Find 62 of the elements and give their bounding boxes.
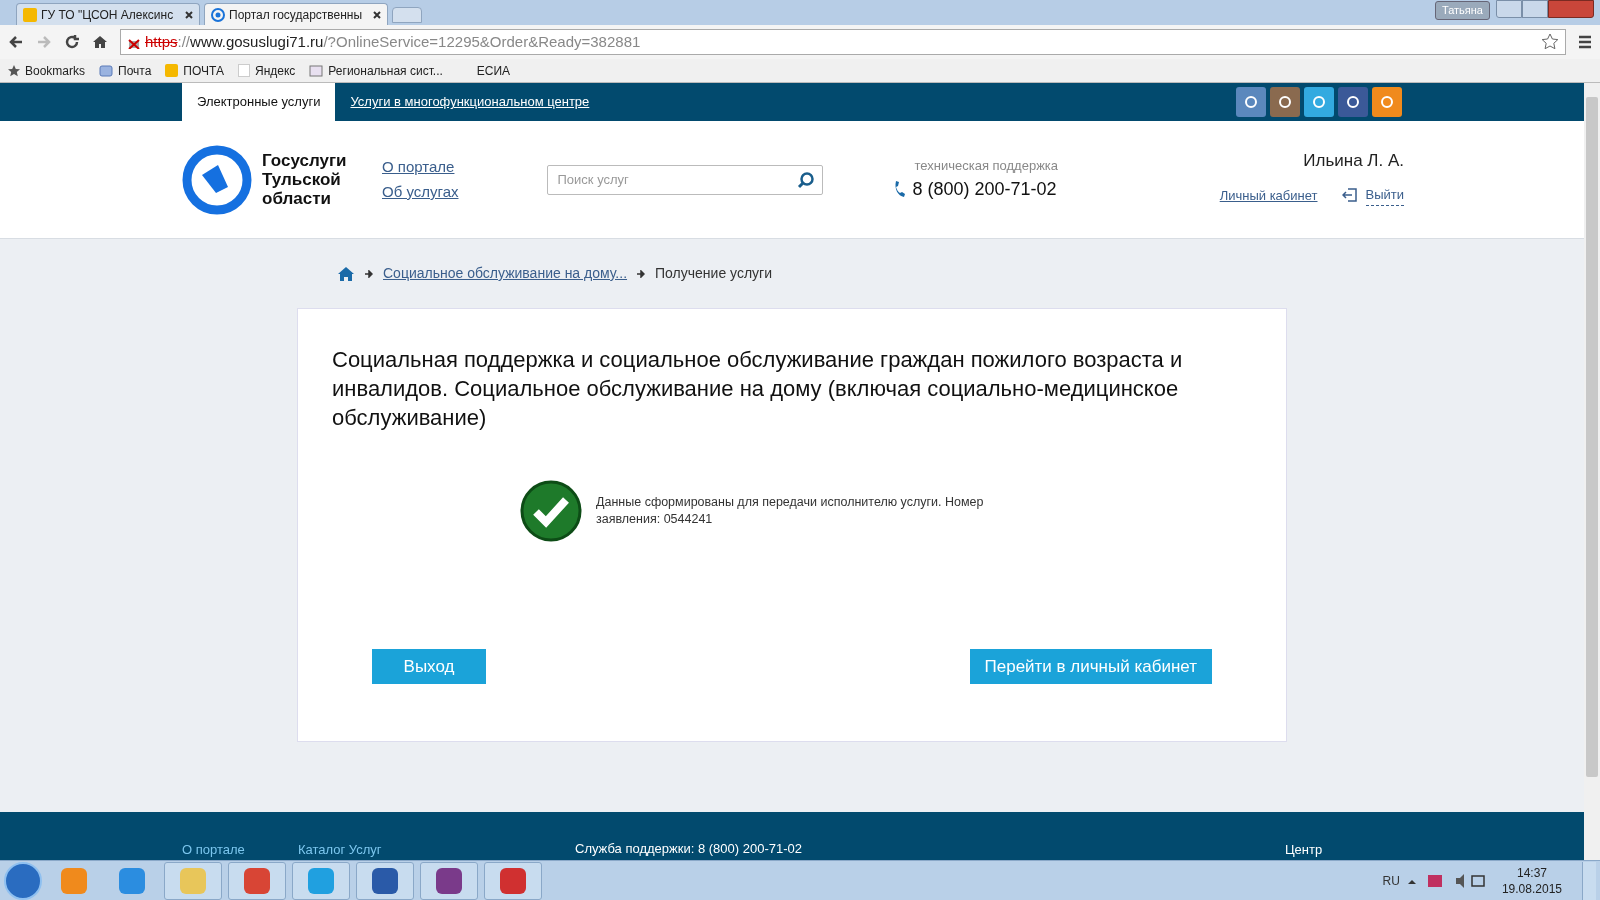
bookmark-link[interactable]: Почта	[118, 61, 152, 80]
user-name: Ильина Л. А.	[1303, 149, 1404, 172]
star-icon[interactable]	[1541, 33, 1559, 51]
service-tab[interactable]: Услуги в многофункциональном центре	[335, 83, 605, 121]
scrollbar[interactable]	[1584, 83, 1600, 860]
mail-icon	[23, 7, 37, 22]
logo-icon	[182, 144, 252, 215]
close-window-button[interactable]	[1548, 0, 1594, 18]
close-icon[interactable]	[185, 10, 193, 19]
menu-icon[interactable]	[1578, 35, 1592, 49]
home-icon[interactable]	[337, 265, 355, 282]
logout-icon	[1341, 187, 1358, 204]
browser-tab[interactable]: ГУ ТО "ЦСОН Алексинс	[16, 3, 200, 25]
tab-title: Портал государственны	[229, 6, 364, 24]
support-phone: 8 (800) 200-71-02	[912, 177, 1057, 201]
mail-icon	[165, 64, 179, 77]
url-text: https://www.gosuslugi71.ru/?OnlineService=12295&Order&Ready=382881	[145, 31, 641, 52]
breadcrumb-link[interactable]: Социальное обслуживание на дому...	[383, 263, 628, 284]
scroll-thumb[interactable]	[1586, 97, 1598, 777]
bookmark-link[interactable]: Яндекс	[255, 61, 296, 80]
nav-link[interactable]: О портале	[382, 155, 459, 178]
back-icon[interactable]	[8, 34, 24, 50]
tab-title: ГУ ТО "ЦСОН Алексинс	[41, 6, 175, 24]
logo-text: Госуслуги Тульской области	[262, 151, 348, 208]
yandex-icon	[238, 64, 250, 77]
support-label: техническая поддержка	[914, 157, 1059, 176]
footer-link[interactable]: О портале	[182, 840, 245, 860]
close-icon[interactable]	[373, 10, 381, 19]
bookmark-link[interactable]: Региональная сист...	[328, 61, 443, 80]
arrow-icon	[637, 269, 646, 278]
footer-heading: Центр	[1285, 841, 1323, 859]
success-message: Данные сформированы для передачи исполнителю услуги. Номер заявления: 0544241	[596, 494, 985, 528]
minimize-button[interactable]	[1496, 0, 1522, 18]
nav-link[interactable]: Об услугах	[382, 181, 459, 204]
footer-link[interactable]: Каталог Услуг	[298, 840, 382, 860]
logout-link[interactable]: Выйти	[1365, 185, 1404, 206]
new-tab-button[interactable]	[392, 7, 422, 23]
bookmark-link[interactable]: ЕСИА	[476, 61, 511, 80]
search-field[interactable]: Поиск услуг	[546, 164, 823, 195]
bookmark-link[interactable]: Bookmarks	[25, 61, 86, 80]
service-title: Социальная поддержка и социальное обслуживание граждан пожилого возраста и инвалидов. Социальное обслуживание на дому (включая социально-медицинское обслуживание)	[332, 346, 1184, 432]
breadcrumb-current: Получение услуги	[655, 264, 772, 283]
clock-time[interactable]: 14:37	[1516, 864, 1547, 881]
mail-icon	[99, 64, 114, 77]
star-icon	[8, 64, 20, 77]
start-button[interactable]	[4, 861, 42, 900]
address-field[interactable]: https://www.gosuslugi71.ru/?OnlineService=12295&Order&Ready=382881	[120, 29, 1566, 55]
home-icon[interactable]	[92, 34, 108, 50]
bookmark-link[interactable]: ПОЧТА	[183, 61, 224, 80]
restore-button[interactable]	[1522, 0, 1548, 18]
footer-support: Служба поддержки: 8 (800) 200-71-02	[575, 840, 802, 858]
browser-tab[interactable]: Портал государственны	[204, 3, 388, 25]
reload-icon[interactable]	[64, 34, 80, 50]
search-icon[interactable]	[796, 170, 815, 189]
language-indicator[interactable]: RU	[1382, 871, 1400, 890]
page-icon	[309, 64, 324, 77]
check-icon	[520, 480, 582, 542]
clock-date[interactable]: 19.08.2015	[1501, 880, 1562, 897]
arrow-icon	[365, 269, 373, 278]
cabinet-link[interactable]: Личный кабинет	[1219, 185, 1318, 205]
site-logo-icon	[211, 7, 225, 22]
service-tab[interactable]: Электронные услуги	[182, 83, 336, 121]
